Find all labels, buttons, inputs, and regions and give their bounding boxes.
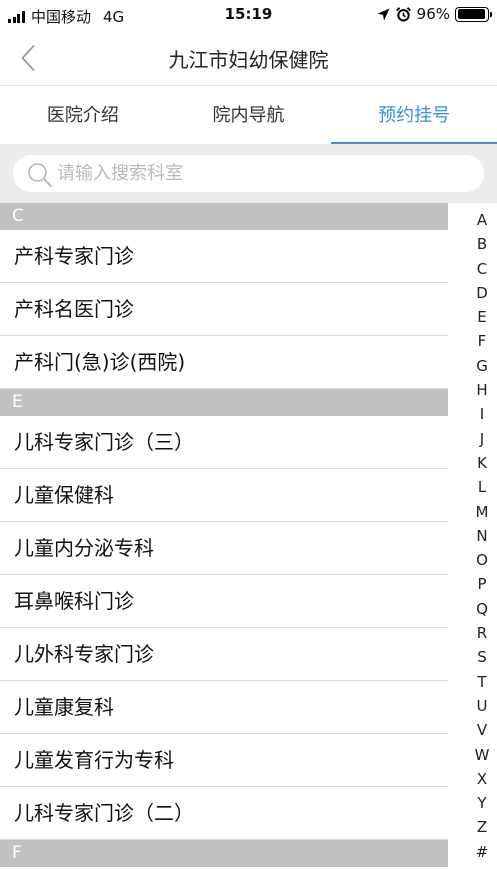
index-letter-y[interactable]: Y xyxy=(470,791,494,815)
index-letter-l[interactable]: L xyxy=(470,475,494,499)
department-item[interactable]: 产科门(急)诊(西院) xyxy=(0,336,448,389)
index-letter-u[interactable]: U xyxy=(470,694,494,718)
index-letter-k[interactable]: K xyxy=(470,451,494,475)
department-item[interactable]: 儿外科专家门诊 xyxy=(0,628,448,681)
search-icon xyxy=(28,163,52,187)
tab-bar: 医院介绍 院内导航 预约挂号 xyxy=(0,87,497,144)
search-input[interactable] xyxy=(57,155,467,192)
department-list[interactable]: C 产科专家门诊 产科名医门诊 产科门(急)诊(西院) E 儿科专家门诊（三） 儿童保健科儿… xyxy=(0,203,448,883)
index-letter-w[interactable]: W xyxy=(470,743,494,767)
status-bar: 中国移动 4G 15:19 96% xyxy=(0,0,497,30)
index-letter-f[interactable]: F xyxy=(470,329,494,353)
department-item[interactable]: 儿童内分泌专科 xyxy=(0,522,448,575)
index-letter-r[interactable]: R xyxy=(470,621,494,645)
index-letter-g[interactable]: G xyxy=(470,354,494,378)
index-letter-j[interactable]: J xyxy=(470,427,494,451)
search-box[interactable] xyxy=(13,155,484,192)
index-letter-hash[interactable]: # xyxy=(470,840,494,864)
index-letter-x[interactable]: X xyxy=(470,767,494,791)
index-letter-q[interactable]: Q xyxy=(470,597,494,621)
location-arrow-icon xyxy=(377,8,390,21)
battery-percent: 96% xyxy=(416,5,450,23)
tab-hospital-navigation[interactable]: 院内导航 xyxy=(166,87,332,144)
department-item[interactable]: 儿科专家门诊（二） xyxy=(0,787,448,840)
index-letter-d[interactable]: D xyxy=(470,281,494,305)
search-bar xyxy=(0,144,497,203)
index-letter-v[interactable]: V xyxy=(470,718,494,742)
status-right: 96% xyxy=(377,5,492,23)
index-letter-t[interactable]: T xyxy=(470,670,494,694)
index-letter-o[interactable]: O xyxy=(470,548,494,572)
alphabet-index-bar[interactable]: A B C D E F G H I J K L M N O P Q R S T U V W X Y Z # xyxy=(470,208,494,864)
battery-icon xyxy=(455,6,492,22)
department-item[interactable]: 产科名医门诊 xyxy=(0,283,448,336)
index-letter-n[interactable]: N xyxy=(470,524,494,548)
section-header-e: E xyxy=(0,389,448,416)
index-letter-b[interactable]: B xyxy=(470,232,494,256)
department-item[interactable]: 儿童保健科 xyxy=(0,469,448,522)
department-item[interactable]: 儿童康复科 xyxy=(0,681,448,734)
index-letter-m[interactable]: M xyxy=(470,500,494,524)
tab-hospital-intro[interactable]: 医院介绍 xyxy=(0,87,166,144)
page-title: 九江市妇幼保健院 xyxy=(168,48,329,72)
index-letter-s[interactable]: S xyxy=(470,645,494,669)
department-item[interactable]: 儿童发育行为专科 xyxy=(0,734,448,787)
section-header-f: F xyxy=(0,840,448,867)
index-letter-c[interactable]: C xyxy=(470,257,494,281)
tab-appointment[interactable]: 预约挂号 xyxy=(331,87,497,144)
department-item[interactable]: 耳鼻喉科门诊 xyxy=(0,575,448,628)
index-letter-h[interactable]: H xyxy=(470,378,494,402)
index-letter-e[interactable]: E xyxy=(470,305,494,329)
index-letter-a[interactable]: A xyxy=(470,208,494,232)
department-item[interactable]: 产科专家门诊 xyxy=(0,230,448,283)
index-letter-p[interactable]: P xyxy=(470,572,494,596)
alarm-clock-icon xyxy=(395,6,411,22)
index-letter-i[interactable]: I xyxy=(470,402,494,426)
section-header-c: C xyxy=(0,203,448,230)
battery-fill xyxy=(457,9,486,19)
index-letter-z[interactable]: Z xyxy=(470,815,494,839)
department-item[interactable]: 儿科专家门诊（三） xyxy=(0,416,448,469)
navigation-bar: 九江市妇幼保健院 xyxy=(0,30,497,86)
